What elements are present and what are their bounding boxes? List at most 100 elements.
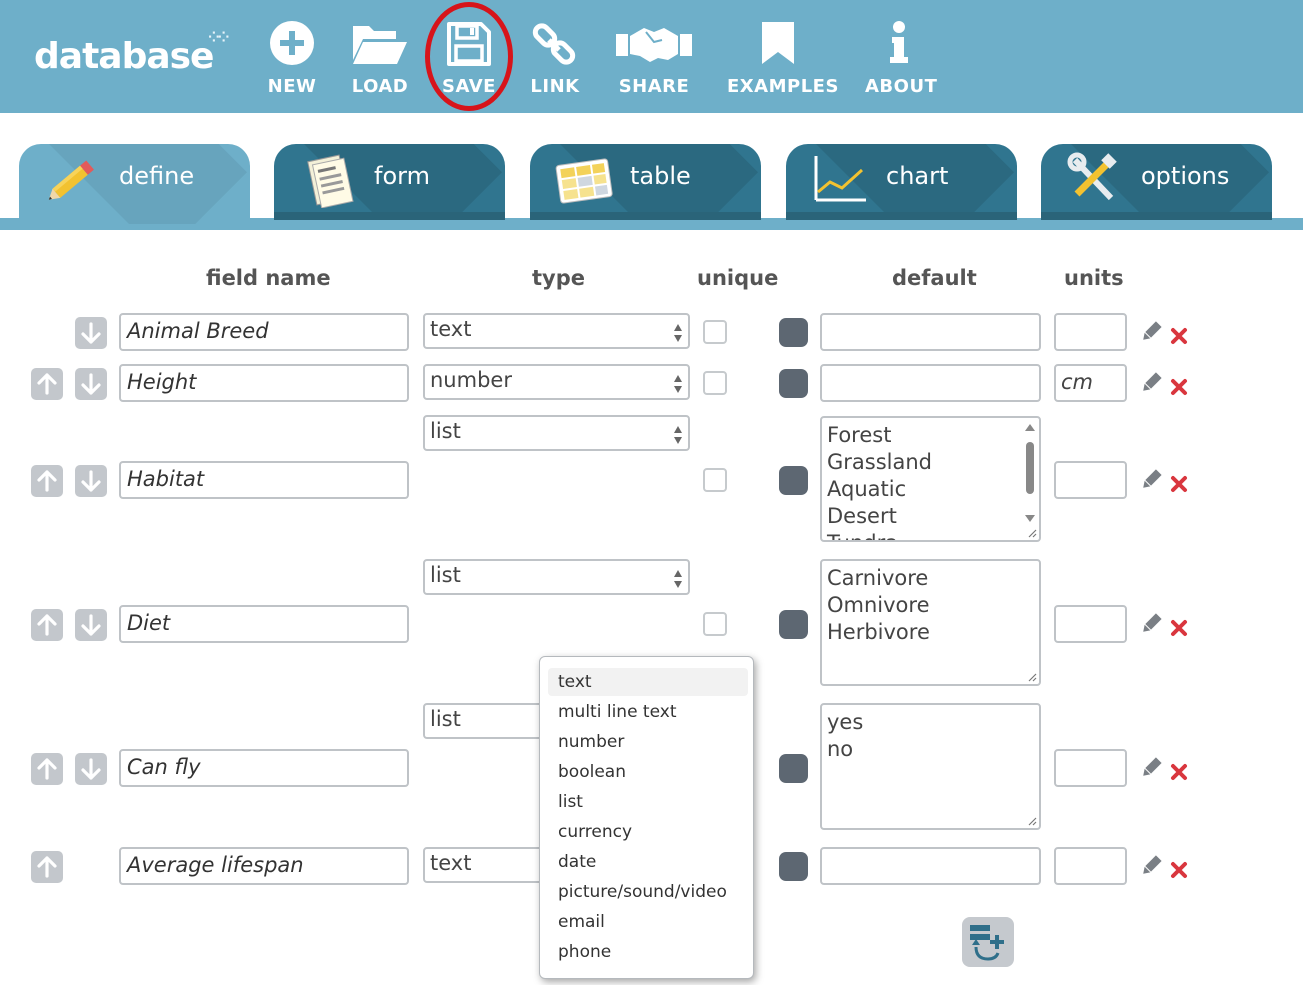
type-select-value: text — [430, 317, 472, 341]
field-name-input[interactable]: Can fly — [119, 749, 409, 787]
column-header-default: default — [892, 266, 977, 290]
default-toggle[interactable] — [779, 610, 808, 639]
delete-x-icon[interactable] — [1170, 378, 1188, 396]
units-input[interactable] — [1054, 313, 1127, 351]
default-value-input[interactable] — [820, 364, 1041, 402]
bookmark-icon — [762, 22, 794, 64]
type-select-value: number — [430, 368, 512, 392]
move-down-button[interactable] — [75, 609, 107, 641]
list-value: Herbivore — [827, 620, 930, 644]
edit-pencil-icon[interactable] — [1140, 469, 1162, 491]
units-input[interactable] — [1054, 605, 1127, 643]
tab-table[interactable]: table — [530, 144, 761, 220]
tab-table-label: table — [630, 162, 691, 190]
units-input[interactable] — [1054, 749, 1127, 787]
default-value-input[interactable] — [820, 847, 1041, 885]
list-value: Grassland — [827, 450, 932, 474]
resize-handle-icon[interactable] — [1027, 816, 1037, 826]
edit-pencil-icon[interactable] — [1140, 613, 1162, 635]
share-label: SHARE — [618, 76, 690, 97]
unique-checkbox[interactable] — [703, 320, 727, 344]
move-down-button[interactable] — [75, 368, 107, 400]
resize-handle-icon[interactable] — [1027, 528, 1037, 538]
share-button[interactable]: SHARE — [616, 16, 692, 106]
scrollbar[interactable] — [1023, 420, 1037, 524]
edit-pencil-icon[interactable] — [1140, 372, 1162, 394]
app-logo: database ⁘⁘ — [34, 30, 230, 77]
resize-handle-icon[interactable] — [1027, 672, 1037, 682]
move-up-button[interactable] — [31, 851, 63, 883]
tab-form[interactable]: form — [274, 144, 505, 220]
default-toggle[interactable] — [779, 318, 808, 347]
units-input[interactable] — [1054, 847, 1127, 885]
move-up-button[interactable] — [31, 465, 63, 497]
dropdown-option-multi-line-text[interactable]: multi line text — [540, 698, 740, 726]
default-toggle[interactable] — [779, 852, 808, 881]
list-values-textarea[interactable]: Carnivore Omnivore Herbivore — [820, 559, 1041, 686]
tab-options[interactable]: options — [1041, 144, 1272, 220]
default-toggle[interactable] — [779, 369, 808, 398]
move-down-button[interactable] — [75, 753, 107, 785]
edit-pencil-icon[interactable] — [1140, 757, 1162, 779]
link-label: LINK — [530, 76, 580, 97]
type-select[interactable]: number — [423, 364, 690, 400]
type-select[interactable]: text — [423, 313, 690, 349]
move-down-button[interactable] — [75, 465, 107, 497]
move-up-button[interactable] — [31, 609, 63, 641]
units-input[interactable]: cm — [1054, 364, 1127, 402]
new-label: NEW — [267, 76, 317, 97]
delete-x-icon[interactable] — [1170, 327, 1188, 345]
delete-x-icon[interactable] — [1170, 861, 1188, 879]
type-select-value: list — [430, 563, 461, 587]
arrow-up-icon — [37, 758, 57, 780]
dropdown-option-email[interactable]: email — [540, 908, 740, 936]
save-button[interactable]: SAVE — [439, 16, 499, 106]
link-button[interactable]: LINK — [526, 16, 584, 106]
field-name-input[interactable]: Diet — [119, 605, 409, 643]
new-button[interactable]: NEW — [262, 16, 322, 106]
default-toggle[interactable] — [779, 466, 808, 495]
about-button[interactable]: ABOUT — [865, 16, 937, 106]
type-select[interactable]: list — [423, 415, 690, 451]
examples-button[interactable]: EXAMPLES — [727, 16, 838, 106]
dropdown-option-date[interactable]: date — [540, 848, 740, 876]
delete-x-icon[interactable] — [1170, 475, 1188, 493]
unique-checkbox[interactable] — [703, 468, 727, 492]
move-up-button[interactable] — [31, 753, 63, 785]
type-select[interactable]: list — [423, 559, 690, 595]
default-toggle[interactable] — [779, 754, 808, 783]
tab-chart[interactable]: chart — [786, 144, 1017, 220]
scrollbar-thumb[interactable] — [1026, 442, 1034, 494]
unique-checkbox[interactable] — [703, 612, 727, 636]
delete-x-icon[interactable] — [1170, 763, 1188, 781]
column-header-type: type — [532, 266, 586, 290]
dropdown-option-text[interactable]: text — [548, 668, 748, 696]
tab-define[interactable]: define — [19, 144, 250, 224]
dropdown-option-number[interactable]: number — [540, 728, 740, 756]
field-name-input[interactable]: Habitat — [119, 461, 409, 499]
dropdown-option-currency[interactable]: currency — [540, 818, 740, 846]
move-down-button[interactable] — [75, 317, 107, 349]
dropdown-option-list[interactable]: list — [540, 788, 740, 816]
field-name-input[interactable]: Animal Breed — [119, 313, 409, 351]
list-values-textarea[interactable]: yes no — [820, 703, 1041, 830]
edit-pencil-icon[interactable] — [1140, 855, 1162, 877]
dropdown-option-media[interactable]: picture/sound/video — [540, 878, 740, 906]
field-name-input[interactable]: Height — [119, 364, 409, 402]
move-up-button[interactable] — [31, 368, 63, 400]
edit-pencil-icon[interactable] — [1140, 321, 1162, 343]
dropdown-option-boolean[interactable]: boolean — [540, 758, 740, 786]
default-value-input[interactable] — [820, 313, 1041, 351]
list-values-textarea[interactable]: Forest Grassland Aquatic Desert Tundra — [820, 416, 1041, 542]
folder-open-icon — [353, 26, 407, 64]
delete-x-icon[interactable] — [1170, 619, 1188, 637]
list-value: Omnivore — [827, 593, 930, 617]
unique-checkbox[interactable] — [703, 371, 727, 395]
dropdown-option-phone[interactable]: phone — [540, 938, 740, 966]
arrow-down-icon — [81, 373, 101, 395]
table-grid-icon — [555, 158, 613, 204]
add-field-button[interactable] — [962, 917, 1014, 967]
load-button[interactable]: LOAD — [348, 16, 412, 106]
units-input[interactable] — [1054, 461, 1127, 499]
field-name-input[interactable]: Average lifespan — [119, 847, 409, 885]
